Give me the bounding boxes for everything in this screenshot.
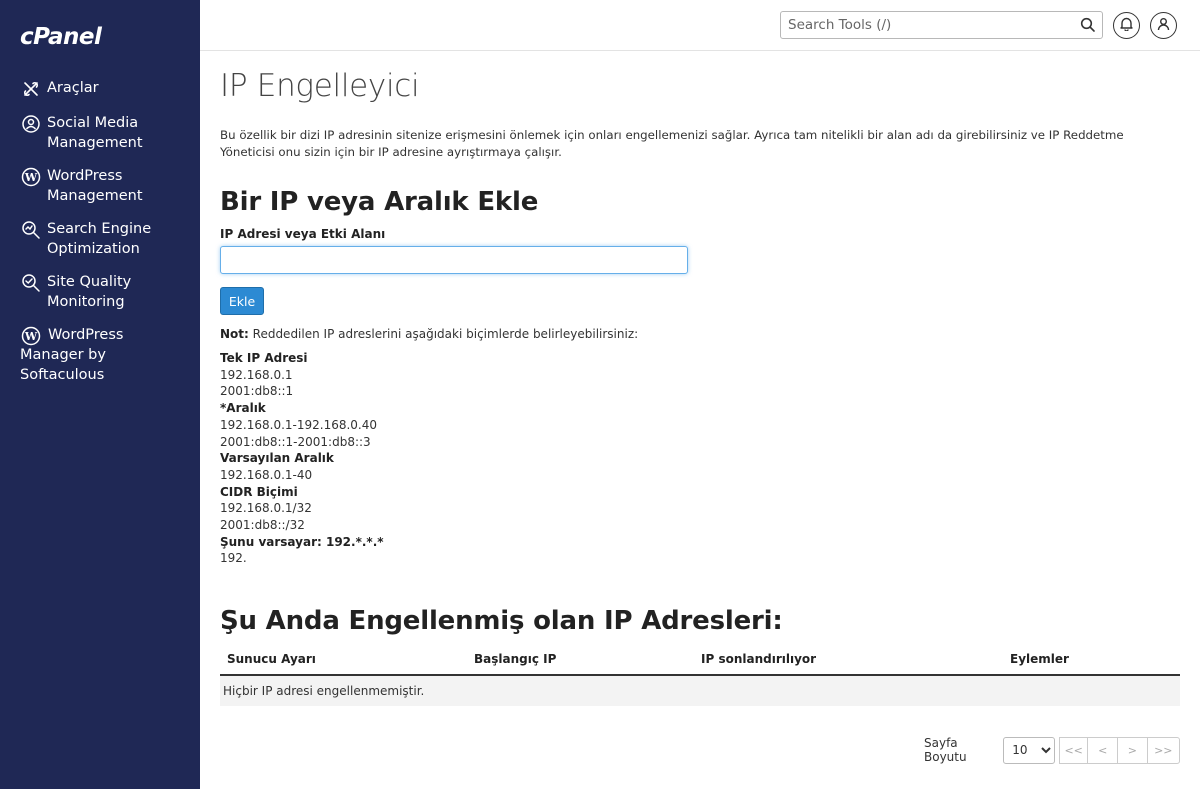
page-description: Bu özellik bir dizi IP adresinin siteniz… bbox=[220, 128, 1124, 159]
format-example: 192. bbox=[220, 551, 247, 566]
next-page-button[interactable]: > bbox=[1118, 736, 1148, 764]
ip-field-label: IP Adresi veya Etki Alanı bbox=[220, 227, 386, 241]
format-note: Not: Reddedilen IP adreslerini aşağıdaki… bbox=[220, 327, 638, 341]
blocked-ips-heading: Şu Anda Engellenmiş olan IP Adresleri: bbox=[220, 606, 783, 636]
sidebar-item-wordpress-management[interactable]: W WordPress Management bbox=[0, 166, 200, 206]
last-page-button[interactable]: >> bbox=[1147, 736, 1180, 764]
add-button[interactable]: Ekle bbox=[220, 287, 264, 315]
sidebar-item-site-quality-monitoring[interactable]: Site Quality Monitoring bbox=[0, 272, 200, 312]
format-heading: Şunu varsayar: 192.*.*.* bbox=[220, 534, 384, 549]
format-example: 2001:db8::1-2001:db8::3 bbox=[220, 434, 371, 449]
pagination: Sayfa Boyutu 10 << < > >> bbox=[924, 736, 1180, 764]
note-text: Reddedilen IP adreslerini aşağıdaki biçi… bbox=[248, 327, 639, 341]
format-heading: CIDR Biçimi bbox=[220, 484, 298, 499]
sidebar-item-label: Social Media Management bbox=[47, 115, 143, 151]
notifications-button[interactable] bbox=[1113, 12, 1140, 39]
blocked-ips-table: Sunucu Ayarı Başlangıç IP IP sonlandırıl… bbox=[220, 646, 1180, 706]
sidebar-item-wordpress-manager-softaculous[interactable]: W WordPress Manager by Softaculous bbox=[0, 325, 200, 385]
column-header-actions: Eylemler bbox=[1010, 652, 1069, 666]
tools-icon bbox=[20, 78, 42, 100]
sidebar-item-label: Site Quality Monitoring bbox=[47, 274, 132, 310]
note-label: Not: bbox=[220, 327, 249, 341]
add-ip-heading: Bir IP veya Aralık Ekle bbox=[220, 187, 539, 217]
sidebar-item-tools[interactable]: Araçlar bbox=[0, 78, 200, 100]
wordpress-icon: W bbox=[20, 166, 42, 188]
format-example: 192.168.0.1-40 bbox=[220, 467, 313, 482]
format-heading: *Aralık bbox=[220, 401, 266, 416]
user-icon bbox=[1157, 16, 1170, 35]
ip-address-input[interactable] bbox=[220, 246, 688, 274]
search-icon[interactable] bbox=[1080, 17, 1096, 33]
sidebar-item-label: Araçlar bbox=[47, 80, 99, 96]
sidebar: cPanel Araçlar Social Media Management W… bbox=[0, 0, 200, 789]
sidebar-item-label: WordPress Management bbox=[47, 168, 143, 204]
page-size-select[interactable]: 10 bbox=[1003, 736, 1055, 764]
page-size-label: Sayfa Boyutu bbox=[924, 736, 967, 764]
svg-text:W: W bbox=[24, 330, 38, 343]
first-page-button[interactable]: << bbox=[1058, 736, 1089, 764]
site-quality-icon bbox=[20, 272, 42, 294]
format-example: 192.168.0.1 bbox=[220, 367, 293, 382]
page-title: IP Engelleyici bbox=[220, 68, 420, 104]
empty-table-message: Hiçbir IP adresi engellenmemiştir. bbox=[223, 684, 425, 698]
search-input[interactable] bbox=[781, 12, 1071, 38]
sidebar-item-seo[interactable]: Search Engine Optimization bbox=[0, 219, 200, 259]
format-heading: Tek IP Adresi bbox=[220, 351, 308, 365]
format-heading: Varsayılan Aralık bbox=[220, 451, 334, 466]
wordpress-icon: W bbox=[20, 325, 42, 347]
format-example: 192.168.0.1-192.168.0.40 bbox=[220, 417, 378, 432]
sidebar-item-label: Search Engine Optimization bbox=[47, 221, 152, 257]
previous-page-button[interactable]: < bbox=[1088, 736, 1119, 764]
table-row: Hiçbir IP adresi engellenmemiştir. bbox=[220, 676, 1180, 706]
top-bar bbox=[200, 0, 1200, 51]
seo-icon bbox=[20, 219, 42, 241]
column-header-end-ip[interactable]: IP sonlandırılıyor bbox=[701, 652, 816, 666]
svg-text:W: W bbox=[24, 171, 38, 184]
format-example: 192.168.0.1/32 bbox=[220, 501, 312, 516]
user-menu-button[interactable] bbox=[1150, 12, 1177, 39]
format-list: Tek IP Adresi 192.168.0.1 2001:db8::1 *A… bbox=[220, 350, 384, 567]
format-example: 2001:db8::/32 bbox=[220, 518, 305, 533]
sidebar-nav: Araçlar Social Media Management W WordPr… bbox=[0, 78, 200, 398]
social-media-icon bbox=[20, 113, 42, 135]
column-header-start-ip[interactable]: Başlangıç IP bbox=[474, 652, 556, 666]
column-header-server-setting[interactable]: Sunucu Ayarı bbox=[227, 652, 316, 666]
bell-icon bbox=[1120, 16, 1133, 35]
format-example: 2001:db8::1 bbox=[220, 384, 294, 399]
search-box bbox=[780, 11, 1103, 39]
sidebar-item-label: WordPress Manager by Softaculous bbox=[20, 327, 124, 383]
sidebar-item-social-media-management[interactable]: Social Media Management bbox=[0, 113, 200, 153]
table-header: Sunucu Ayarı Başlangıç IP IP sonlandırıl… bbox=[220, 646, 1180, 676]
cpanel-logo[interactable]: cPanel bbox=[20, 24, 102, 50]
